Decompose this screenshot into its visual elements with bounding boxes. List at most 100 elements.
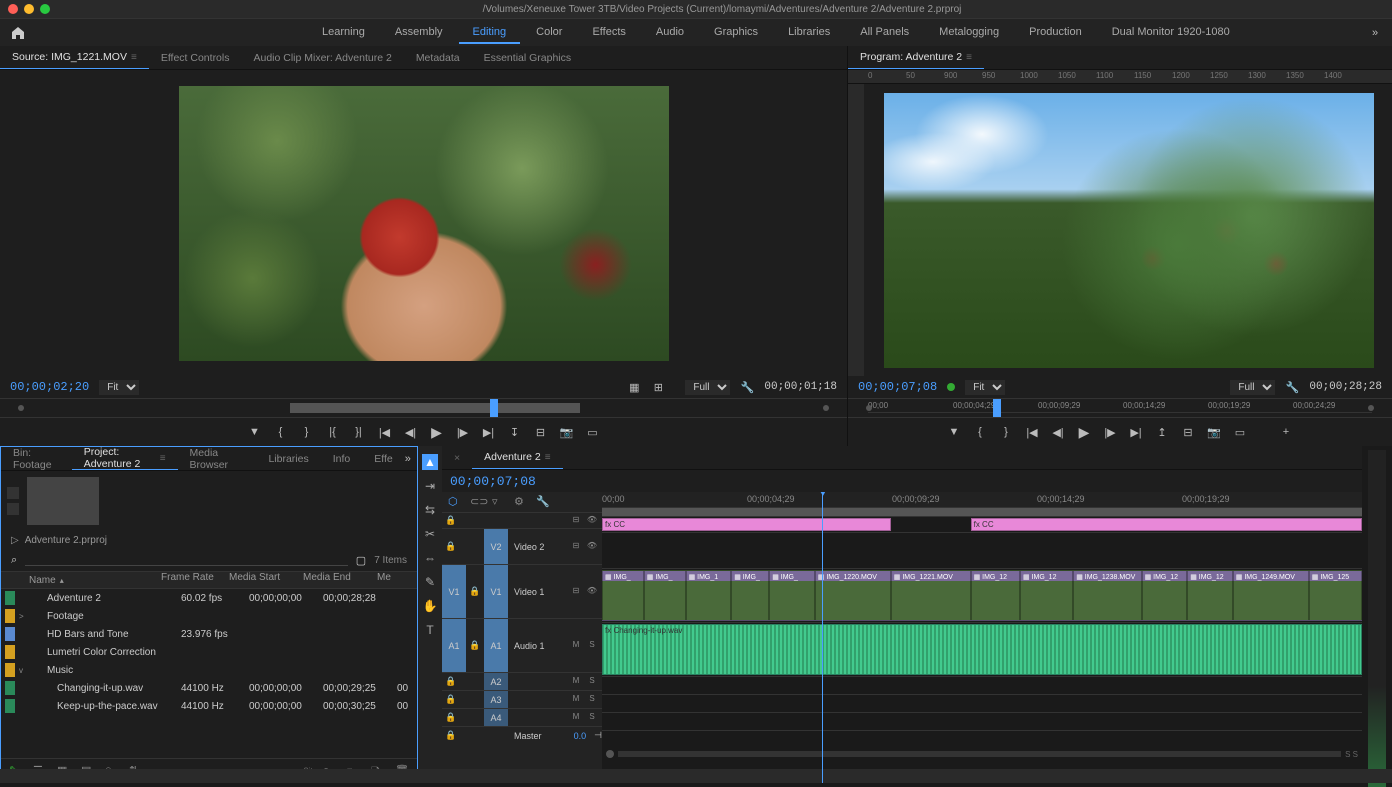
- label-color[interactable]: [5, 663, 15, 677]
- workspace-tab-production[interactable]: Production: [1015, 22, 1096, 44]
- video-clip[interactable]: ▦ IMG_: [644, 570, 686, 621]
- label-color[interactable]: [5, 609, 15, 623]
- panel-menu-icon[interactable]: ≡: [131, 52, 137, 63]
- track-lane-a1[interactable]: fx Changing-it-up.wav: [602, 622, 1362, 676]
- source-timecode[interactable]: 00;00;02;20: [10, 380, 89, 394]
- track-select-tool[interactable]: ⇥: [422, 478, 438, 494]
- project-row[interactable]: Lumetri Color Correction: [1, 643, 417, 661]
- track-header-v2[interactable]: 🔒V2 Video 2 ⊟👁: [442, 528, 602, 564]
- panel-menu-icon[interactable]: ≡: [545, 452, 551, 463]
- video-clip[interactable]: ▦ IMG_125: [1309, 570, 1362, 621]
- source-panel-tab[interactable]: Audio Clip Mixer: Adventure 2: [241, 46, 403, 69]
- next-edit-icon[interactable]: ▶|: [482, 425, 496, 439]
- program-timecode[interactable]: 00;00;07;08: [858, 380, 937, 394]
- track-header-a4[interactable]: 🔒A4 MS: [442, 708, 602, 726]
- step-fwd-icon[interactable]: |▶: [1103, 425, 1117, 439]
- step-back-icon[interactable]: ◀|: [1051, 425, 1065, 439]
- track-header-v3[interactable]: 🔒 ⊟👁: [442, 512, 602, 528]
- track-lane-v1[interactable]: ▦ IMG_▦ IMG_▦ IMG_1▦ IMG_▦ IMG_▦ IMG_122…: [602, 568, 1362, 622]
- settings-icon[interactable]: ⚙: [514, 495, 528, 509]
- export-frame-icon[interactable]: 📷: [1207, 425, 1221, 439]
- workspace-tab-learning[interactable]: Learning: [308, 22, 379, 44]
- video-clip[interactable]: ▦ IMG_1238.MOV: [1073, 570, 1141, 621]
- playhead[interactable]: [822, 492, 823, 783]
- cc-clip[interactable]: fx CC: [971, 518, 1362, 531]
- track-lane-a4[interactable]: [602, 712, 1362, 730]
- window-maximize[interactable]: [40, 4, 50, 14]
- comparison-icon[interactable]: ▭: [1233, 425, 1247, 439]
- source-zoom-select[interactable]: Full: [685, 380, 730, 395]
- cc-clip[interactable]: fx CC: [602, 518, 891, 531]
- audio-clip[interactable]: fx Changing-it-up.wav: [602, 624, 1362, 675]
- slip-tool[interactable]: ⇔: [422, 550, 438, 566]
- video-clip[interactable]: ▦ IMG_1221.MOV: [891, 570, 971, 621]
- project-row[interactable]: Keep-up-the-pace.wav 44100 Hz 00;00;00;0…: [1, 697, 417, 715]
- disclosure-arrow[interactable]: >: [19, 612, 29, 621]
- project-row[interactable]: v Music: [1, 661, 417, 679]
- col-name[interactable]: Name▴: [1, 572, 161, 588]
- work-area-bar[interactable]: [602, 508, 1362, 516]
- label-color[interactable]: [5, 645, 15, 659]
- project-search-input[interactable]: [25, 554, 348, 566]
- project-panel-tab[interactable]: Project: Adventure 2≡: [72, 447, 178, 470]
- overwrite-icon[interactable]: ⊟: [534, 425, 548, 439]
- marker-icon[interactable]: ▿: [492, 495, 506, 509]
- source-safe-margins-icon[interactable]: ⊞: [651, 380, 665, 394]
- track-header-v1[interactable]: V1 🔒 V1 Video 1 ⊟👁: [442, 564, 602, 618]
- track-lane-v2[interactable]: [602, 532, 1362, 568]
- wrench-icon[interactable]: 🔧: [1285, 380, 1299, 394]
- prev-edit-icon[interactable]: |◀: [1025, 425, 1039, 439]
- hand-tool[interactable]: ✋: [422, 598, 438, 614]
- mark-in-icon[interactable]: ▼: [947, 425, 961, 439]
- track-header-a3[interactable]: 🔒A3 MS: [442, 690, 602, 708]
- razor-tool[interactable]: ✂: [422, 526, 438, 542]
- project-row[interactable]: HD Bars and Tone 23.976 fps: [1, 625, 417, 643]
- video-clip[interactable]: ▦ IMG_12: [1187, 570, 1233, 621]
- label-color[interactable]: [5, 627, 15, 641]
- col-mm[interactable]: Me: [377, 572, 397, 588]
- mark-in-icon[interactable]: ▼: [248, 425, 262, 439]
- project-panel-tab[interactable]: Effe: [362, 447, 405, 470]
- step-fwd-icon[interactable]: |▶: [456, 425, 470, 439]
- panel-menu-icon[interactable]: ≡: [966, 52, 972, 63]
- panel-menu-icon[interactable]: ≡: [160, 453, 166, 464]
- type-tool[interactable]: T: [422, 622, 438, 638]
- video-clip[interactable]: ▦ IMG_: [602, 570, 644, 621]
- next-edit-icon[interactable]: ▶|: [1129, 425, 1143, 439]
- source-panel-tab[interactable]: Essential Graphics: [472, 46, 584, 69]
- source-panel-tab[interactable]: Effect Controls: [149, 46, 242, 69]
- overflow-icon[interactable]: »: [405, 452, 417, 466]
- timeline-zoom-bar[interactable]: [618, 751, 1341, 757]
- link-icon[interactable]: ⊂⊃: [470, 495, 484, 509]
- col-framerate[interactable]: Frame Rate: [161, 572, 229, 588]
- toggle-output-icon[interactable]: ⊟: [570, 515, 582, 527]
- target-a1[interactable]: A1: [484, 619, 508, 672]
- track-lane-a3[interactable]: [602, 694, 1362, 712]
- comparison-icon[interactable]: ▭: [586, 425, 600, 439]
- target-v1[interactable]: V1: [484, 565, 508, 618]
- source-panel-tab[interactable]: Source: IMG_1221.MOV≡: [0, 46, 149, 69]
- export-frame-icon[interactable]: 📷: [560, 425, 574, 439]
- solo-icon[interactable]: S: [586, 640, 598, 652]
- workspace-tab-effects[interactable]: Effects: [578, 22, 639, 44]
- label-color[interactable]: [5, 681, 15, 695]
- play-button[interactable]: ▶: [430, 425, 444, 439]
- wrench-icon[interactable]: 🔧: [536, 495, 550, 509]
- source-patch-v1[interactable]: V1: [442, 565, 466, 618]
- thumb-play-icon[interactable]: [7, 503, 19, 515]
- add-button-icon[interactable]: +: [1279, 425, 1293, 439]
- source-fit-select[interactable]: Fit: [99, 380, 139, 395]
- video-clip[interactable]: ▦ IMG_1220.MOV: [815, 570, 891, 621]
- snap-icon[interactable]: ⬡: [448, 495, 462, 509]
- timeline-ruler[interactable]: 00;0000;00;04;2900;00;09;2900;00;14;2900…: [602, 492, 1362, 508]
- project-panel-tab[interactable]: Bin: Footage: [1, 447, 72, 470]
- source-panel-tab[interactable]: Metadata: [404, 46, 472, 69]
- in-bracket-icon[interactable]: {: [274, 425, 288, 439]
- sequence-tab[interactable]: Adventure 2 ≡: [472, 446, 562, 469]
- wrench-icon[interactable]: 🔧: [740, 380, 754, 394]
- timeline-timecode[interactable]: 00;00;07;08: [450, 474, 536, 489]
- workspace-tab-dual-monitor-1920-1080[interactable]: Dual Monitor 1920-1080: [1098, 22, 1244, 44]
- project-panel-tab[interactable]: Info: [321, 447, 363, 470]
- video-clip[interactable]: ▦ IMG_1: [686, 570, 732, 621]
- ripple-tool[interactable]: ⇆: [422, 502, 438, 518]
